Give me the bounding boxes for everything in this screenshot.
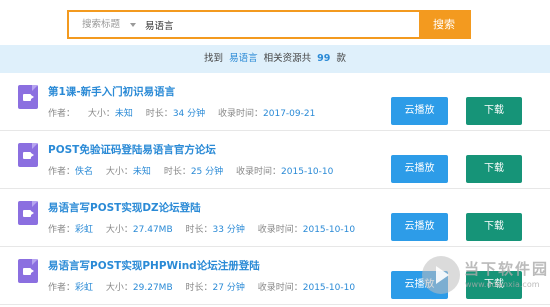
result-count: 99 [317,53,331,64]
size-label: 大小： [105,283,133,293]
cloud-play-button[interactable]: 云播放 [391,155,448,183]
chevron-down-icon [130,23,136,27]
item-title-link[interactable]: 易语言写POST实现DZ论坛登陆 [48,200,201,215]
date-value: 2015-10-10 [302,225,356,235]
author-value: 彩虹 [75,283,94,293]
date-label: 收录时间： [218,109,264,119]
result-keyword: 易语言 [229,53,258,64]
download-button[interactable]: 下载 [466,97,522,125]
size-label: 大小： [87,109,115,119]
size-label: 大小： [105,225,133,235]
cloud-play-button[interactable]: 云播放 [391,213,448,241]
item-meta: 作者：彩虹 大小：29.27MB 时长：27 分钟 收录时间：2015-10-1… [48,280,365,293]
duration-label: 时长： [145,109,173,119]
list-item: 第1课-新手入门初识易语言 作者： 大小：未知 时长：34 分钟 收录时间：20… [0,73,550,131]
cloud-play-button[interactable]: 云播放 [391,97,448,125]
cloud-play-button[interactable]: 云播放 [391,271,448,299]
size-value: 27.47MB [132,225,173,235]
author-label: 作者： [48,225,76,235]
duration-value: 27 分钟 [212,283,245,293]
download-button[interactable]: 下载 [466,271,522,299]
duration-label: 时长： [185,225,213,235]
date-value: 2017-09-21 [263,109,316,119]
search-type-label: 搜索标题 [82,19,121,30]
result-middle: 相关资源共 [263,53,312,64]
download-button[interactable]: 下载 [466,213,522,241]
item-meta: 作者：彩虹 大小：27.47MB 时长：33 分钟 收录时间：2015-10-1… [48,222,365,235]
date-label: 收录时间： [257,225,303,235]
video-file-icon [18,259,38,283]
search-type-select[interactable]: 搜索标题 [69,12,139,37]
date-value: 2015-10-10 [281,167,334,177]
video-file-icon [18,143,38,167]
size-value: 29.27MB [132,283,173,293]
item-meta: 作者：佚名 大小：未知 时长：25 分钟 收录时间：2015-10-10 [48,164,343,177]
result-prefix: 找到 [204,53,224,64]
date-value: 2015-10-10 [302,283,356,293]
download-button[interactable]: 下载 [466,155,522,183]
author-value: 彩虹 [75,225,94,235]
video-file-icon [18,201,38,225]
author-value: 佚名 [75,167,94,177]
item-meta: 作者： 大小：未知 时长：34 分钟 收录时间：2017-09-21 [48,106,325,119]
duration-label: 时长： [163,167,191,177]
date-label: 收录时间： [236,167,282,177]
result-summary: 找到 易语言 相关资源共 99 款 [0,45,550,73]
search-button[interactable]: 搜索 [419,12,469,37]
date-label: 收录时间： [257,283,303,293]
author-label: 作者： [48,283,76,293]
list-item: 易语言写POST实现DZ论坛登陆 作者：彩虹 大小：27.47MB 时长：33 … [0,189,550,247]
size-label: 大小： [105,167,133,177]
size-value: 未知 [114,109,133,119]
list-item: 易语言写POST实现PHPWind论坛注册登陆 作者：彩虹 大小：29.27MB… [0,247,550,305]
duration-value: 34 分钟 [172,109,206,119]
duration-value: 33 分钟 [212,225,245,235]
search-bar: 搜索标题 搜索 [67,10,471,39]
video-file-icon [18,85,38,109]
item-title-link[interactable]: 易语言写POST实现PHPWind论坛注册登陆 [48,258,260,273]
list-item: POST免验证码登陆易语言官方论坛 作者：佚名 大小：未知 时长：25 分钟 收… [0,131,550,189]
duration-label: 时长： [185,283,213,293]
author-label: 作者： [48,167,76,177]
search-input[interactable] [139,12,419,37]
item-title-link[interactable]: 第1课-新手入门初识易语言 [48,84,175,99]
author-label: 作者： [48,109,76,119]
result-suffix: 款 [336,53,346,64]
size-value: 未知 [132,167,151,177]
item-title-link[interactable]: POST免验证码登陆易语言官方论坛 [48,142,216,157]
duration-value: 25 分钟 [190,167,224,177]
